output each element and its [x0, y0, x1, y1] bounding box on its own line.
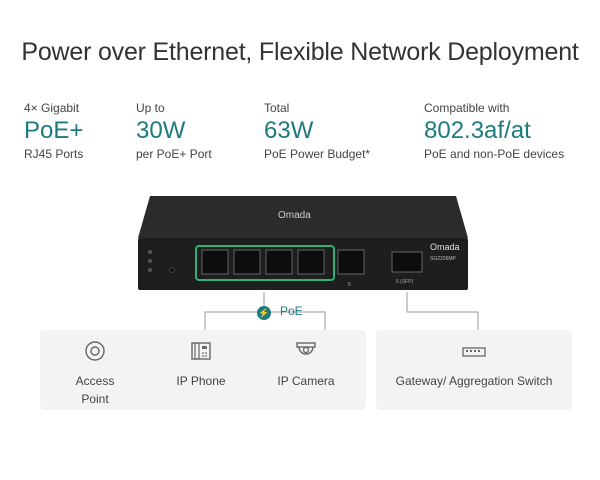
switch-device-image: Omada 5 6 (SFP) Omada SG2206MP [138, 196, 468, 290]
spec-sub: per PoE+ Port [136, 147, 212, 161]
poe-label: PoE [280, 304, 303, 318]
rj45-port-icon [265, 249, 293, 275]
switch-top-logo: Omada [278, 210, 311, 221]
rj45-port-icon [297, 249, 325, 275]
device-ip-camera: IP Camera [268, 340, 344, 390]
reset-button-icon [169, 267, 175, 273]
spec-gigabit-poe: 4× Gigabit PoE+ RJ45 Ports [24, 100, 83, 162]
spec-big: 63W [264, 117, 314, 144]
sfp-connector-line [406, 292, 479, 330]
spec-big: 30W [136, 117, 186, 144]
spec-small: Compatible with [424, 101, 510, 115]
poe-devices-card: Access Point IP Phone IP Camera [40, 330, 366, 410]
ip-camera-icon [296, 342, 316, 355]
rj45-port-icon [201, 249, 229, 275]
spec-small: Up to [136, 101, 165, 115]
spec-power-budget: Total 63W PoE Power Budget* [264, 100, 370, 162]
uplink-devices-card: Gateway/ Aggregation Switch [376, 330, 572, 410]
led-icon [148, 259, 152, 263]
poe-lightning-icon: ⚡ [257, 306, 271, 320]
sfp-label: 6 (SFP) [396, 279, 414, 285]
device-label: Access [75, 374, 115, 388]
spec-big: PoE+ [24, 117, 84, 144]
spec-small: 4× Gigabit [24, 101, 80, 115]
device-gateway-switch: Gateway/ Aggregation Switch [382, 340, 566, 390]
device-label: IP Phone [176, 374, 226, 388]
led-icon [148, 268, 152, 272]
device-ip-phone: IP Phone [166, 340, 236, 390]
rj45-port-icon [337, 249, 365, 275]
spec-sub: PoE Power Budget* [264, 147, 371, 161]
device-label: Gateway/ Aggregation Switch [395, 374, 553, 388]
device-label-line2: Point [81, 392, 109, 406]
switch-model-label: SG2206MP [430, 256, 457, 262]
spec-compatibility: Compatible with 802.3af/at PoE and non-P… [424, 100, 564, 162]
spec-sub: PoE and non-PoE devices [424, 147, 565, 161]
rj45-port-icon [233, 249, 261, 275]
sfp-port-icon [391, 251, 423, 273]
spec-sub: RJ45 Ports [24, 147, 84, 161]
switch-front-logo: Omada [430, 242, 460, 252]
switch-icon [462, 347, 486, 357]
spec-per-port-power: Up to 30W per PoE+ Port [136, 100, 212, 162]
ip-phone-icon [191, 342, 211, 360]
spec-big: 802.3af/at [424, 117, 531, 144]
led-icon [148, 250, 152, 254]
spec-small: Total [264, 101, 290, 115]
device-access-point: Access Point [62, 340, 128, 408]
port-5-label: 5 [348, 282, 351, 288]
device-label: IP Camera [277, 374, 335, 388]
page-title: Power over Ethernet, Flexible Network De… [21, 38, 579, 66]
access-point-icon [85, 341, 105, 361]
